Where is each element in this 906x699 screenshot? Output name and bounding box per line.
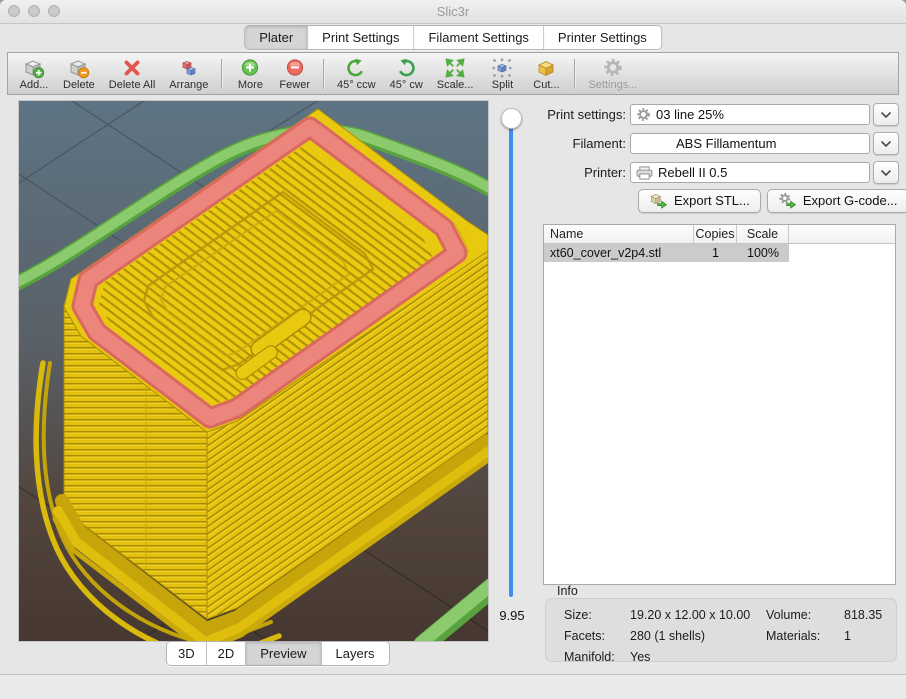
column-header-name[interactable]: Name [544,225,694,243]
tab-print-settings[interactable]: Print Settings [308,26,414,49]
rotate-ccw-button[interactable]: 45° ccw [330,56,383,91]
plater-toolbar: Add... Delete Delete All Arrange More Fe… [7,52,899,95]
plus-circle-icon [239,57,261,79]
column-header-scale[interactable]: Scale [737,225,789,243]
split-cube-icon [491,57,513,79]
split-button[interactable]: Split [480,56,524,91]
main-tab-bar: Plater Print Settings Filament Settings … [244,25,662,50]
cut-button[interactable]: Cut... [524,56,568,91]
filament-combo[interactable]: ABS Fillamentum [630,133,870,154]
printer-combo[interactable]: Rebell II 0.5 [630,162,870,183]
filament-dropdown-button[interactable] [873,132,899,155]
settings-button[interactable]: Settings... [581,56,644,91]
print-settings-dropdown-button[interactable] [873,103,899,126]
scale-arrows-icon [444,57,466,79]
print-settings-combo[interactable]: 03 line 25% [630,104,870,125]
export-gear-icon [778,192,797,209]
manifold-label: Manifold: [564,650,630,664]
tab-2d[interactable]: 2D [207,642,247,665]
filament-label: Filament: [540,136,626,151]
3d-viewport[interactable] [18,100,489,642]
info-section-title: Info [557,584,578,598]
title-bar: Slic3r [0,0,906,24]
gear-icon [636,107,651,122]
toolbar-separator [221,59,222,89]
size-label: Size: [564,608,630,622]
tab-layers[interactable]: Layers [322,642,389,665]
materials-label: Materials: [766,629,844,643]
tab-plater[interactable]: Plater [245,26,308,49]
object-scale-cell: 100% [737,244,789,262]
layer-slider-value: 9.95 [486,608,538,623]
export-stl-button[interactable]: Export STL... [638,189,761,213]
tab-filament-settings[interactable]: Filament Settings [414,26,543,49]
manifold-value: Yes [630,650,766,664]
facets-value: 280 (1 shells) [630,629,766,643]
column-header-spacer [789,225,895,243]
layer-slider: 9.95 [492,100,532,640]
column-header-copies[interactable]: Copies [694,225,737,243]
box-remove-icon [68,57,90,79]
export-box-icon [649,192,668,209]
status-bar [0,674,906,699]
delete-all-button[interactable]: Delete All [102,56,162,91]
layer-slider-track[interactable] [509,122,513,597]
fewer-button[interactable]: Fewer [272,56,317,91]
add-button[interactable]: Add... [12,56,56,91]
arrange-button[interactable]: Arrange [162,56,215,91]
volume-label: Volume: [766,608,844,622]
toolbar-separator [323,59,324,89]
object-name-cell: xt60_cover_v2p4.stl [544,244,694,262]
scale-button[interactable]: Scale... [430,56,481,91]
tab-preview[interactable]: Preview [246,642,321,665]
tab-printer-settings[interactable]: Printer Settings [544,26,661,49]
printer-label: Printer: [540,165,626,180]
gcode-preview-scene [19,101,488,641]
object-copies-cell: 1 [694,244,737,262]
printer-icon [636,166,653,180]
plater-side-panel: Print settings: 03 line 25% Filament: AB… [540,100,900,675]
box-add-icon [23,57,45,79]
more-button[interactable]: More [228,56,272,91]
info-panel: Size: 19.20 x 12.00 x 10.00 Volume: 818.… [545,598,897,662]
tab-3d[interactable]: 3D [167,642,207,665]
materials-value: 1 [844,629,896,643]
minus-circle-icon [284,57,306,79]
layer-slider-knob[interactable] [501,108,522,129]
print-settings-label: Print settings: [540,107,626,122]
printer-dropdown-button[interactable] [873,161,899,184]
cut-box-icon [535,57,557,79]
toolbar-separator [574,59,575,89]
window-title: Slic3r [0,4,906,19]
printer-value: Rebell II 0.5 [658,165,727,180]
filament-value: ABS Fillamentum [636,136,776,151]
cubes-icon [178,57,200,79]
rotate-cw-button[interactable]: 45° cw [383,56,430,91]
volume-value: 818.35 [844,608,896,622]
facets-label: Facets: [564,629,630,643]
rotate-cw-icon [395,57,417,79]
export-gcode-button[interactable]: Export G-code... [767,189,906,213]
object-list: Name Copies Scale xt60_cover_v2p4.stl 1 … [543,224,896,585]
table-row[interactable]: xt60_cover_v2p4.stl 1 100% [544,244,895,262]
rotate-ccw-icon [345,57,367,79]
red-cross-icon [121,57,143,79]
chevron-down-icon [881,112,891,118]
chevron-down-icon [881,170,891,176]
slic3r-window: Slic3r Plater Print Settings Filament Se… [0,0,906,699]
delete-button[interactable]: Delete [56,56,102,91]
gear-icon [602,57,624,79]
view-tab-bar: 3D 2D Preview Layers [166,641,390,666]
object-list-header: Name Copies Scale [544,225,895,244]
print-settings-value: 03 line 25% [656,107,724,122]
size-value: 19.20 x 12.00 x 10.00 [630,608,766,622]
chevron-down-icon [881,141,891,147]
